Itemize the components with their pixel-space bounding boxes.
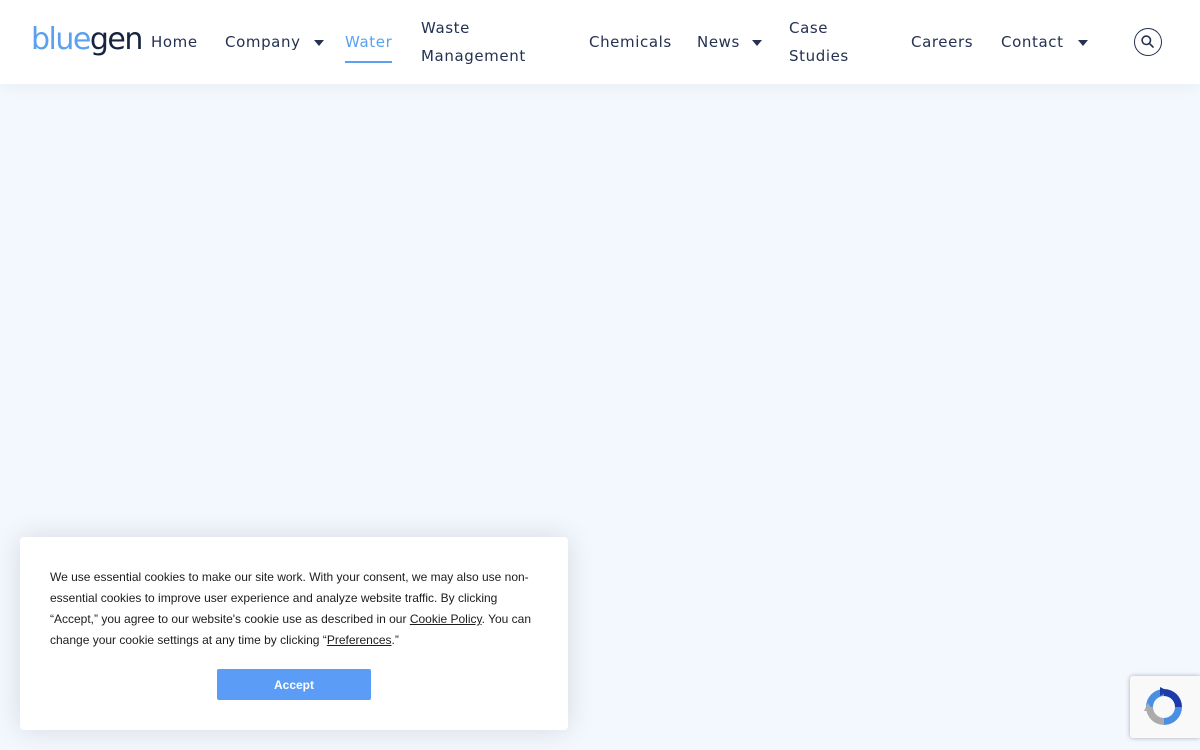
site-header: bluegen Home Company Water Waste Managem… bbox=[0, 0, 1200, 84]
nav-item-contact[interactable]: Contact bbox=[1001, 28, 1088, 56]
nav-item-home[interactable]: Home bbox=[151, 28, 198, 56]
nav-item-waste-management[interactable]: Waste Management bbox=[421, 14, 526, 70]
nav-item-company[interactable]: Company bbox=[225, 28, 325, 56]
cookie-policy-link[interactable]: Cookie Policy bbox=[410, 612, 482, 626]
logo-wordmark: bluegen bbox=[31, 22, 143, 57]
nav-item-company-label: Company bbox=[225, 33, 301, 51]
nav-item-news-label: News bbox=[697, 33, 740, 51]
nav-item-contact-label: Contact bbox=[1001, 33, 1064, 51]
search-button[interactable] bbox=[1134, 28, 1162, 56]
nav-item-careers[interactable]: Careers bbox=[911, 28, 973, 56]
caret-down-icon bbox=[1077, 40, 1088, 46]
preferences-link[interactable]: Preferences bbox=[327, 633, 392, 647]
bluegen-logo[interactable]: bluegen bbox=[31, 22, 143, 66]
recaptcha-icon bbox=[1144, 687, 1182, 725]
accept-button[interactable]: Accept bbox=[217, 669, 371, 700]
cookie-banner: We use essential cookies to make our sit… bbox=[20, 537, 568, 730]
search-icon bbox=[1141, 35, 1154, 48]
nav-item-case-studies[interactable]: Case Studies bbox=[789, 14, 854, 70]
caret-down-icon bbox=[313, 40, 324, 46]
nav-item-water[interactable]: Water bbox=[345, 28, 393, 63]
cookie-text: We use essential cookies to make our sit… bbox=[50, 567, 540, 651]
nav-item-chemicals[interactable]: Chemicals bbox=[589, 28, 672, 56]
cookie-text-part: .” bbox=[391, 633, 399, 647]
nav-item-water-label: Water bbox=[345, 33, 393, 51]
recaptcha-badge[interactable] bbox=[1130, 676, 1200, 738]
nav-item-news[interactable]: News bbox=[697, 28, 762, 56]
caret-down-icon bbox=[751, 40, 762, 46]
active-underline bbox=[345, 61, 393, 63]
